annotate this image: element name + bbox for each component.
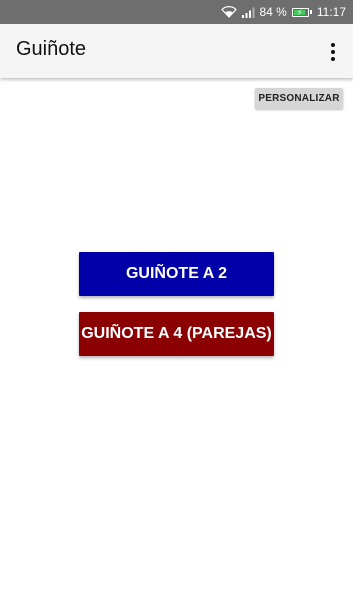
guinote-4-button[interactable]: GUIÑOTE A 4 (PAREJAS) bbox=[79, 312, 274, 356]
battery-charging-icon: ⚡ bbox=[291, 7, 312, 17]
app-title: Guiñote bbox=[16, 38, 87, 60]
clock: 11:17 bbox=[316, 5, 346, 19]
guinote-2-button[interactable]: GUIÑOTE A 2 bbox=[79, 252, 274, 296]
battery-percent: 84 % bbox=[259, 5, 287, 19]
personalizar-button[interactable]: PERSONALIZAR bbox=[255, 88, 343, 109]
status-icons: 84 % ⚡ 11:17 bbox=[220, 0, 346, 24]
app-bar: Guiñote bbox=[0, 24, 353, 78]
wifi-icon bbox=[220, 6, 237, 18]
overflow-menu-icon[interactable] bbox=[323, 40, 343, 64]
status-bar: 84 % ⚡ 11:17 bbox=[0, 0, 353, 24]
signal-icon bbox=[241, 7, 255, 18]
